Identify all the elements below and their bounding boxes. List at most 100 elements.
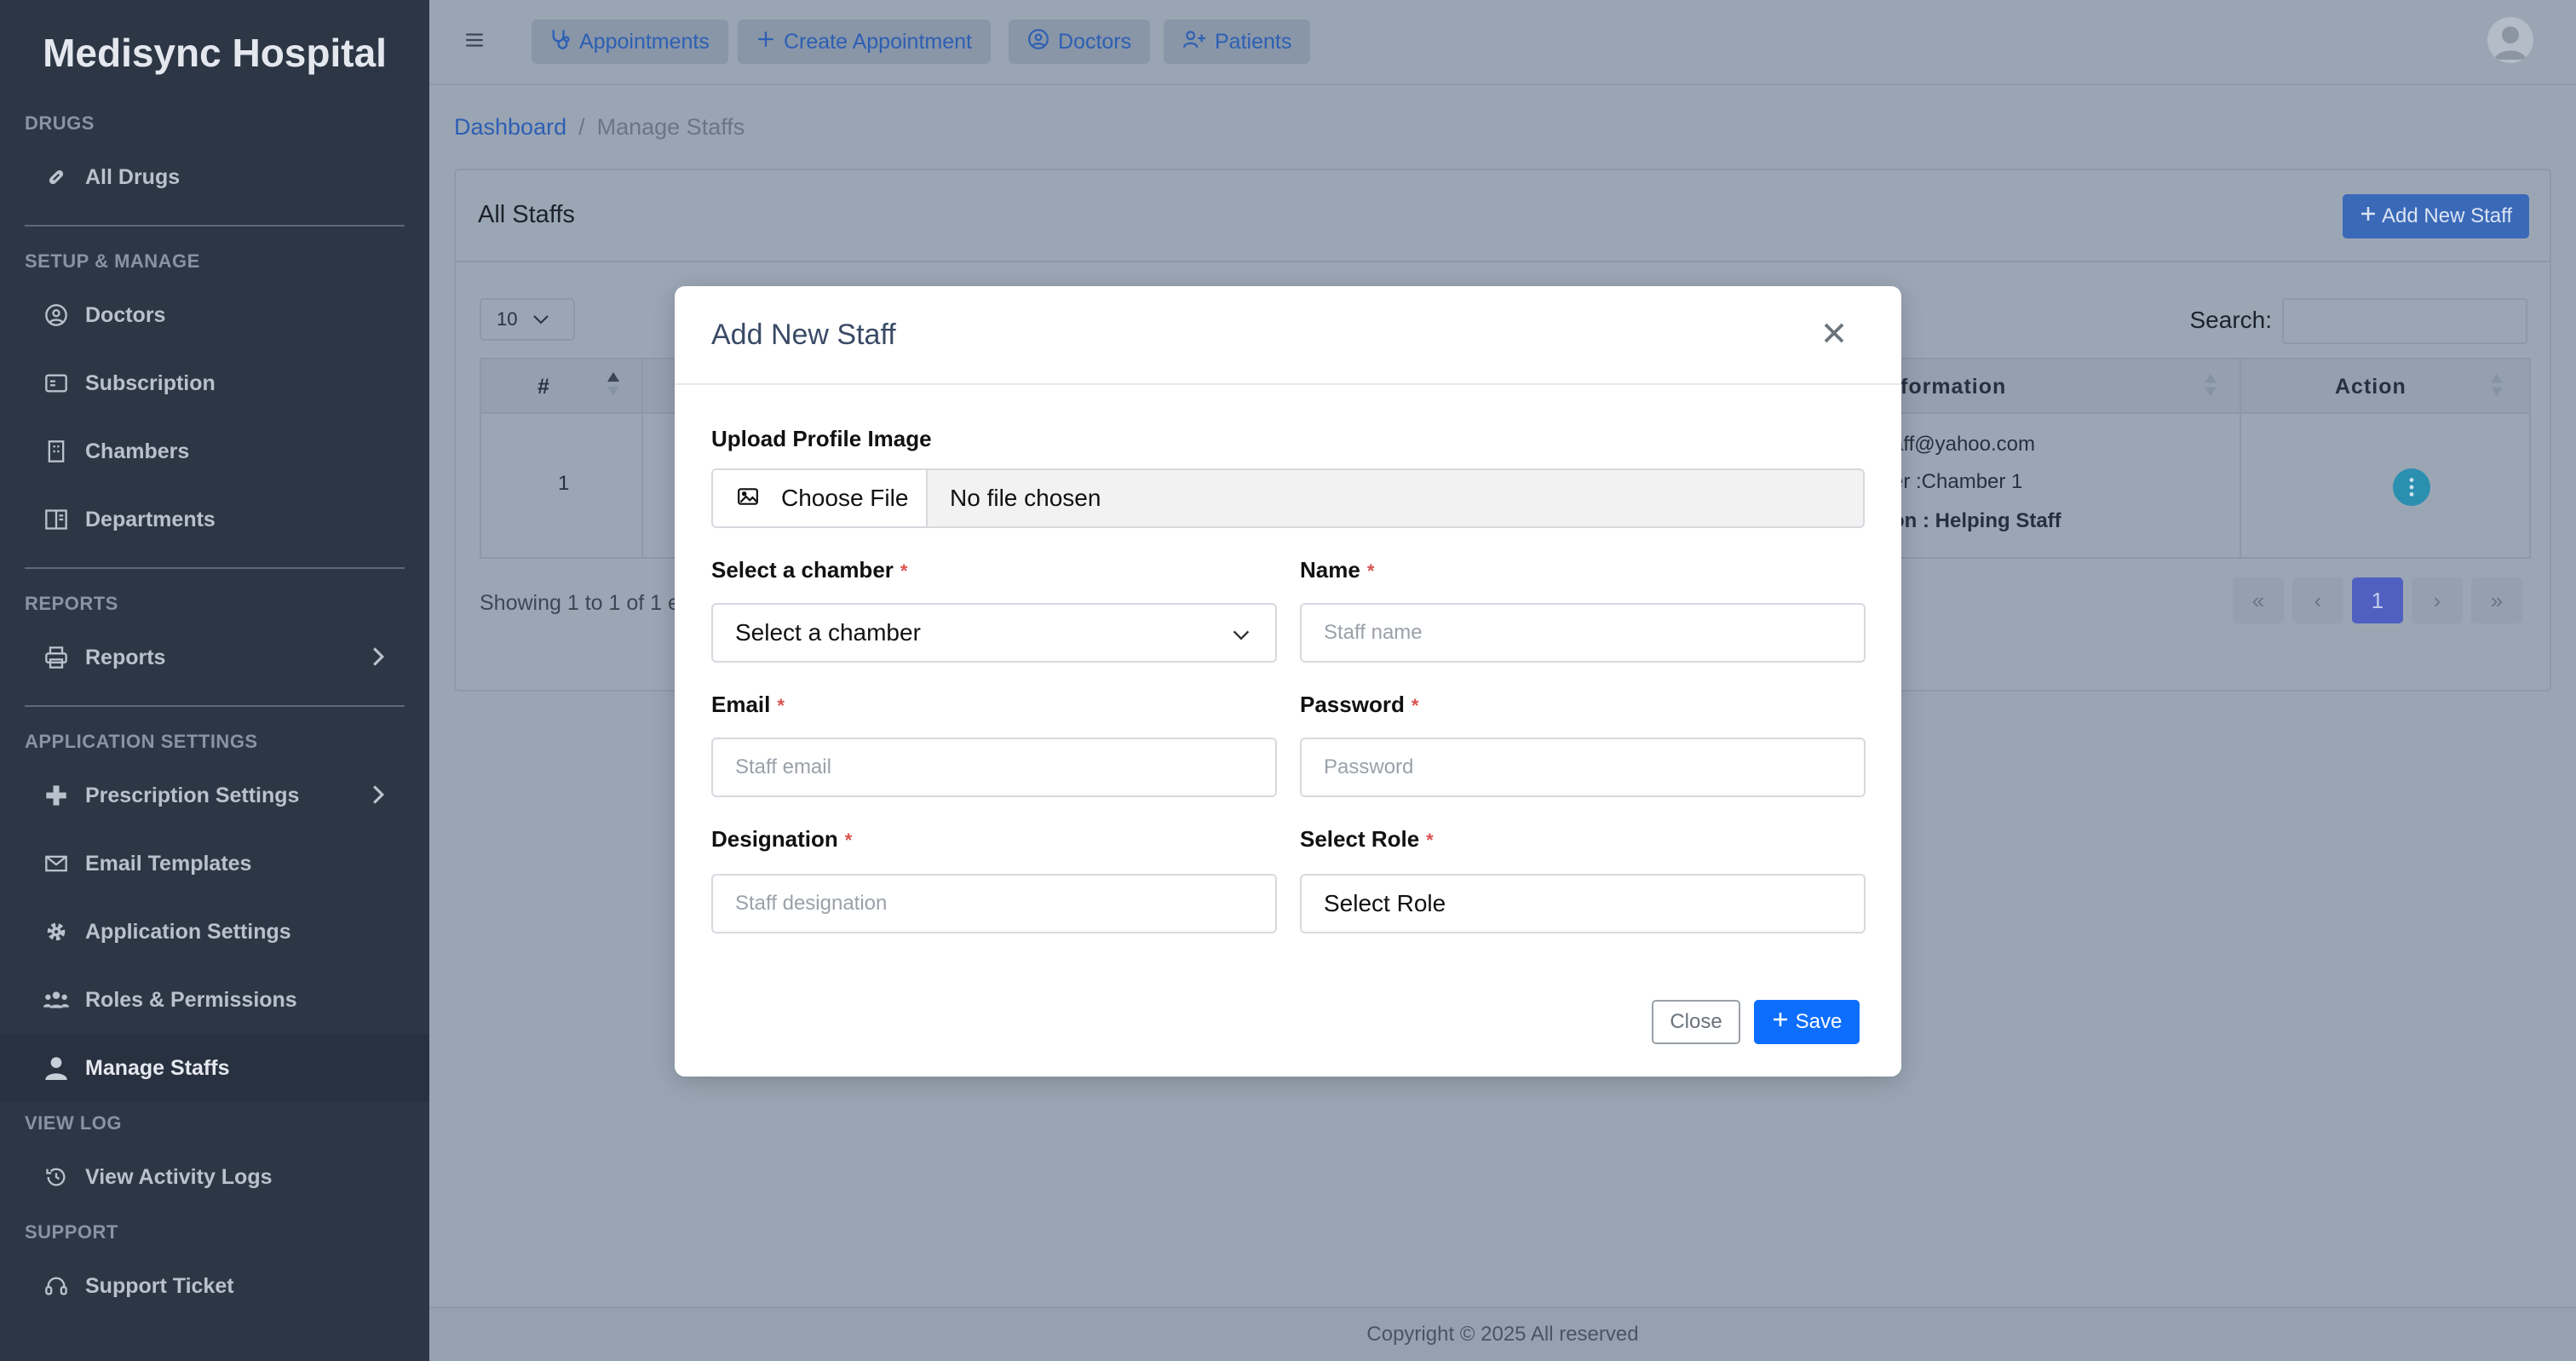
page-length-select[interactable]: 10 <box>480 298 575 341</box>
chamber-label: Select a chamber * <box>711 557 907 583</box>
search-input[interactable] <box>2282 298 2527 344</box>
required-mark: * <box>1426 830 1434 851</box>
sidebar-item-doctors[interactable]: Doctors <box>0 281 429 349</box>
image-icon <box>737 485 759 512</box>
sidebar-item-roles-permissions[interactable]: Roles & Permissions <box>0 966 429 1034</box>
user-icon <box>43 1054 70 1082</box>
history-icon <box>43 1163 70 1191</box>
pill-icon <box>43 164 70 191</box>
plus-medical-icon <box>43 782 70 809</box>
add-new-staff-button[interactable]: Add New Staff <box>2343 194 2529 238</box>
sidebar-item-label: Prescription Settings <box>85 783 300 807</box>
pagination-first[interactable]: « <box>2233 577 2284 623</box>
divider <box>25 705 405 707</box>
sidebar-item-label: Doctors <box>85 302 166 327</box>
sidebar-item-label: Email Templates <box>85 851 252 876</box>
sidebar-item-application-settings[interactable]: Application Settings <box>0 898 429 966</box>
sidebar-item-label: Manage Staffs <box>85 1055 230 1080</box>
sort-icon[interactable] <box>2204 371 2217 403</box>
email-label-text: Email <box>711 692 771 717</box>
headset-icon <box>43 1272 70 1300</box>
sidebar-item-label: Roles & Permissions <box>85 987 297 1012</box>
user-circle-icon <box>43 301 70 329</box>
row-index: 1 <box>558 472 570 495</box>
chevron-right-icon <box>371 784 385 812</box>
chevron-down-icon <box>1231 623 1251 651</box>
topbar: Appointments Create Appointment Doctors … <box>429 0 2576 85</box>
section-label-setup: SETUP & MANAGE <box>25 250 200 272</box>
row-actions-button[interactable] <box>2393 468 2430 506</box>
menu-toggle-icon[interactable] <box>463 29 486 55</box>
sidebar-item-chambers[interactable]: Chambers <box>0 417 429 485</box>
chevron-down-icon <box>532 308 549 330</box>
email-field[interactable]: Staff email <box>711 738 1277 797</box>
choose-file-label: Choose File <box>781 485 909 511</box>
sidebar-item-email-templates[interactable]: Email Templates <box>0 830 429 898</box>
patients-button[interactable]: Patients <box>1164 20 1311 64</box>
modal-title: Add New Staff <box>711 319 896 351</box>
close-icon[interactable] <box>1821 320 1852 351</box>
sidebar-item-label: Reports <box>85 645 166 669</box>
name-field[interactable]: Staff name <box>1300 603 1866 663</box>
role-select[interactable]: Select Role <box>1300 874 1866 933</box>
breadcrumb-current: Manage Staffs <box>596 114 745 140</box>
sidebar-item-label: Subscription <box>85 370 216 395</box>
designation-label-text: Designation <box>711 826 838 852</box>
required-mark: * <box>777 695 785 716</box>
row-email: aff@yahoo.com <box>1892 433 2036 456</box>
sidebar-item-label: Chambers <box>85 439 190 463</box>
chamber-select-value: Select a chamber <box>735 619 921 646</box>
column-header-action[interactable]: Action <box>2335 375 2406 399</box>
sidebar-item-reports[interactable]: Reports <box>0 623 429 692</box>
column-divider <box>641 414 643 557</box>
stethoscope-icon <box>550 28 571 56</box>
create-appointment-button[interactable]: Create Appointment <box>738 20 991 64</box>
designation-field[interactable]: Staff designation <box>711 874 1277 933</box>
sort-icon[interactable] <box>606 370 621 403</box>
close-button[interactable]: Close <box>1652 1000 1740 1044</box>
create-appointment-label: Create Appointment <box>784 29 972 54</box>
column-header-index[interactable]: # <box>538 375 550 399</box>
sort-icon[interactable] <box>2490 371 2504 403</box>
section-label-app-settings: APPLICATION SETTINGS <box>25 731 258 752</box>
pagination-page-1[interactable]: 1 <box>2352 577 2403 623</box>
breadcrumb-dashboard-link[interactable]: Dashboard <box>454 114 566 140</box>
sidebar-item-prescription-settings[interactable]: Prescription Settings <box>0 761 429 830</box>
card-title: All Staffs <box>478 201 575 228</box>
page-length-value: 10 <box>497 308 518 330</box>
user-plus-icon <box>1182 29 1206 55</box>
sidebar-item-support-ticket[interactable]: Support Ticket <box>0 1252 429 1320</box>
add-new-staff-label: Add New Staff <box>2382 204 2512 227</box>
doctors-button[interactable]: Doctors <box>1009 20 1151 64</box>
choose-file-button[interactable]: Choose File <box>713 470 928 526</box>
role-label: Select Role * <box>1300 826 1434 853</box>
avatar[interactable] <box>2487 17 2533 63</box>
pagination-last[interactable]: » <box>2471 577 2522 623</box>
save-button[interactable]: Save <box>1754 1000 1860 1044</box>
sidebar-item-manage-staffs[interactable]: Manage Staffs <box>0 1034 429 1102</box>
profile-image-input[interactable]: Choose File No file chosen <box>711 468 1865 528</box>
role-label-text: Select Role <box>1300 826 1420 852</box>
card-header: All Staffs Add New Staff <box>456 170 2550 262</box>
divider <box>25 567 405 569</box>
sidebar-item-view-activity-logs[interactable]: View Activity Logs <box>0 1143 429 1211</box>
section-label-drugs: DRUGS <box>25 112 95 134</box>
pagination-next[interactable]: › <box>2412 577 2463 623</box>
password-field[interactable]: Password <box>1300 738 1866 797</box>
mail-icon <box>43 850 70 877</box>
required-mark: * <box>844 830 853 851</box>
required-mark: * <box>900 560 908 582</box>
column-header-information[interactable]: formation <box>1900 375 2006 399</box>
section-label-reports: REPORTS <box>25 593 118 614</box>
column-divider <box>2240 414 2241 557</box>
appointments-button[interactable]: Appointments <box>532 20 728 64</box>
designation-label: Designation * <box>711 826 852 853</box>
sidebar-item-label: Support Ticket <box>85 1273 234 1298</box>
chamber-select[interactable]: Select a chamber <box>711 603 1277 663</box>
sidebar-item-all-drugs[interactable]: All Drugs <box>0 143 429 211</box>
brand-title[interactable]: Medisync Hospital <box>0 0 429 106</box>
pagination-prev[interactable]: ‹ <box>2292 577 2343 623</box>
plus-icon <box>2360 204 2377 228</box>
sidebar-item-departments[interactable]: Departments <box>0 485 429 554</box>
sidebar-item-subscription[interactable]: Subscription <box>0 349 429 417</box>
